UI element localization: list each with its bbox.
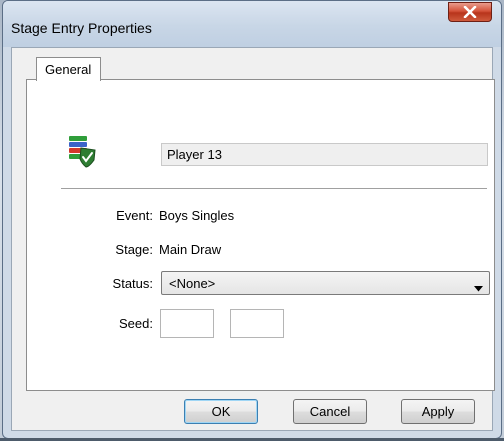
stage-value: Main Draw	[159, 242, 222, 257]
seed-input-2[interactable]	[230, 309, 284, 338]
dropdown-arrow-icon	[474, 281, 483, 295]
tab-general[interactable]: General	[36, 57, 101, 81]
ok-button[interactable]: OK	[184, 399, 258, 424]
seed-label: Seed:	[119, 316, 153, 331]
event-label: Event:	[116, 208, 153, 223]
apply-button[interactable]: Apply	[401, 399, 475, 424]
cancel-button[interactable]: Cancel	[293, 399, 367, 424]
dialog-client-area: General Player 13 Event: Boys Singles St…	[11, 47, 495, 431]
seed-input-1[interactable]	[160, 309, 214, 338]
separator	[61, 188, 487, 190]
title-bar[interactable]: Stage Entry Properties	[3, 1, 501, 47]
entry-name-field: Player 13	[161, 143, 488, 166]
status-selected-value: <None>	[169, 276, 216, 291]
stage-label: Stage:	[115, 242, 153, 257]
close-icon	[463, 6, 477, 18]
window-title: Stage Entry Properties	[11, 20, 152, 36]
general-tab-panel: Player 13 Event: Boys Singles Stage: Mai…	[26, 79, 495, 391]
status-label: Status:	[112, 276, 153, 291]
event-value: Boys Singles	[159, 208, 235, 223]
stage-entry-icon	[67, 134, 97, 168]
close-button[interactable]	[448, 2, 492, 22]
stage-entry-properties-dialog: Stage Entry Properties General Player 13…	[2, 0, 502, 439]
status-dropdown[interactable]: <None>	[161, 271, 490, 295]
